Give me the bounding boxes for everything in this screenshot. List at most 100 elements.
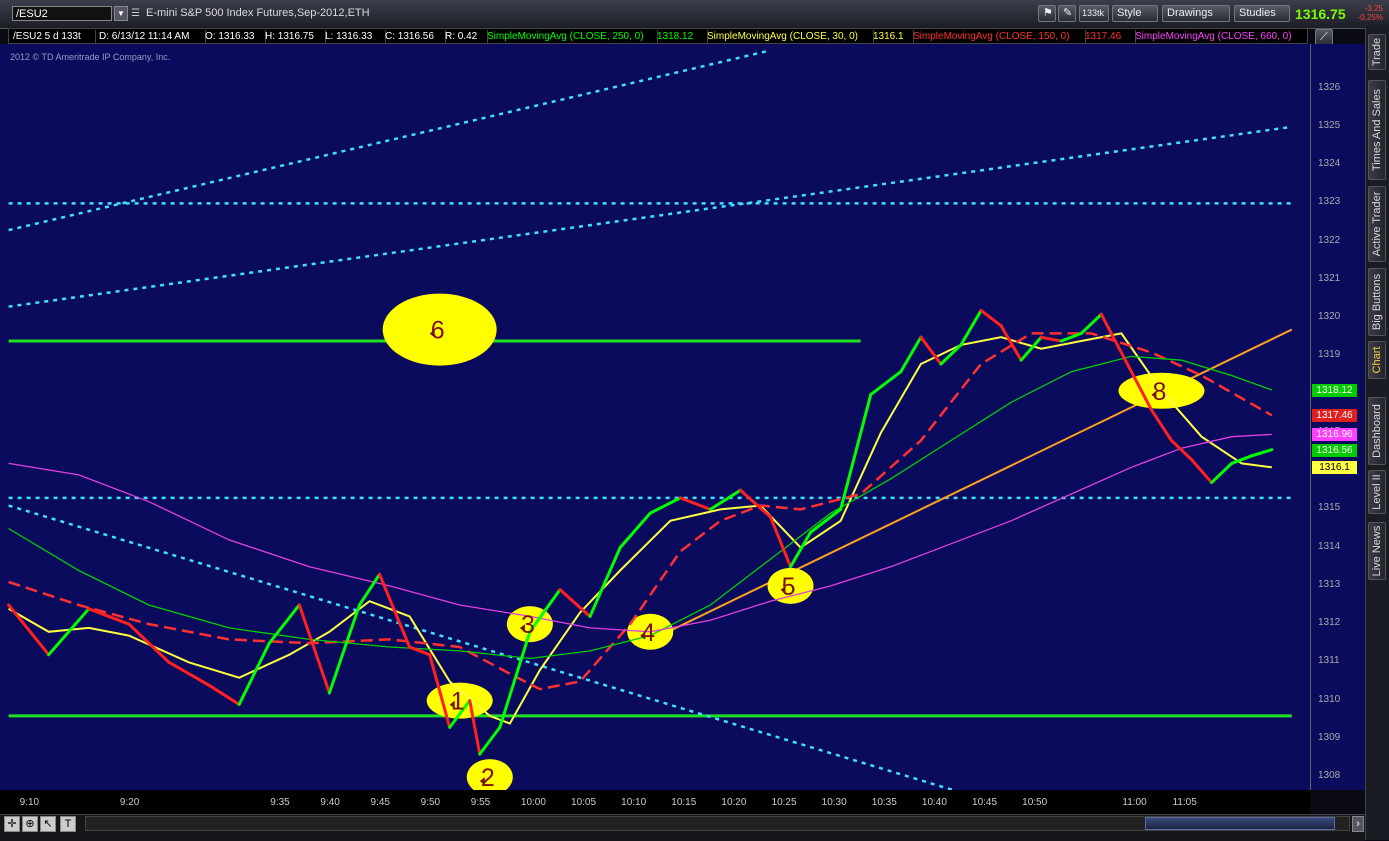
price-segment	[327, 603, 361, 695]
sidebar-tab-times-and-sales[interactable]: Times And Sales	[1368, 80, 1386, 180]
sidebar-tab-label: Level II	[1371, 474, 1383, 510]
x-tick-label: 9:10	[19, 797, 40, 808]
sidebar-tab-active-trader[interactable]: Active Trader	[1368, 186, 1386, 262]
price-segment	[588, 546, 622, 618]
price-segment	[558, 588, 592, 618]
price-segment	[207, 683, 241, 706]
price-segment	[1210, 461, 1234, 485]
symbol-input[interactable]: /ESU2	[12, 6, 112, 21]
y-tick-label: 1320	[1318, 311, 1341, 323]
sidebar-tab-live-news[interactable]: Live News	[1368, 522, 1386, 580]
study-label-sma660[interactable]: SimpleMovingAvg (CLOSE, 660, 0)	[1133, 30, 1309, 43]
sma-line-4[interactable]	[8, 433, 1272, 633]
x-tick-label: 9:20	[119, 797, 140, 808]
sidebar-tab-chart[interactable]: Chart	[1368, 341, 1386, 379]
x-tick-label: 9:45	[370, 797, 390, 808]
sma-line-1[interactable]	[8, 332, 1272, 725]
annotation-label-2: 2	[481, 764, 495, 790]
change-readout: -3.25 -0.25%	[1353, 4, 1383, 22]
sma-line-3[interactable]	[8, 355, 1273, 660]
y-tick-label: 1312	[1318, 617, 1341, 629]
range-readout: R: 0.42	[443, 30, 488, 43]
time-axis[interactable]	[0, 790, 1310, 814]
text-tool-icon[interactable]: T	[60, 816, 76, 832]
datetime-readout: D: 6/13/12 11:14 AM	[97, 30, 206, 43]
price-segment	[789, 530, 813, 569]
study-value-sma250: 1318.12	[655, 30, 708, 43]
price-segment	[899, 335, 923, 374]
link-icon[interactable]: ⚑	[1038, 5, 1056, 22]
sidebar-tab-dashboard[interactable]: Dashboard	[1368, 397, 1386, 465]
sidebar-tab-label: Active Trader	[1371, 191, 1383, 257]
annotation-label-1: 1	[451, 688, 465, 716]
x-tick-label: 10:30	[821, 797, 847, 808]
style-button[interactable]: Style	[1112, 5, 1158, 22]
y-tick-label: 1309	[1318, 731, 1341, 743]
price-segment	[127, 622, 171, 664]
scroll-right-icon[interactable]: ›	[1352, 816, 1364, 832]
aggregation-button[interactable]: 133tk	[1079, 5, 1109, 22]
x-tick-label: 9:40	[320, 797, 340, 808]
instrument-description: E-mini S&P 500 Index Futures,Sep-2012,ET…	[146, 7, 370, 19]
price-segment	[1149, 408, 1173, 442]
price-segment	[809, 507, 843, 534]
study-label-sma150[interactable]: SimpleMovingAvg (CLOSE, 150, 0)	[911, 30, 1086, 43]
sidebar-tab-trade[interactable]: Trade	[1368, 34, 1386, 70]
y-tick-label: 1311	[1318, 655, 1340, 667]
annotation-label-3: 3	[521, 611, 535, 639]
price-segment	[979, 308, 1003, 328]
sidebar-tab-big-buttons[interactable]: Big Buttons	[1368, 268, 1386, 336]
study-value-sma30: 1316.1	[871, 30, 914, 43]
annotation-label-8: 8	[1153, 378, 1167, 406]
study-value-sma150: 1317.46	[1083, 30, 1136, 43]
drawing-tool-icon[interactable]: ⟋	[1315, 29, 1333, 45]
price-segment	[939, 343, 963, 366]
y-tick-label: 1324	[1318, 158, 1341, 170]
x-tick-label: 10:40	[921, 797, 947, 808]
y-tick-label: 1308	[1318, 770, 1341, 782]
pointer-icon[interactable]: ↖	[40, 816, 56, 832]
studies-button[interactable]: Studies	[1234, 5, 1290, 22]
price-badge: 1316.56	[1312, 443, 1357, 457]
price-chart[interactable]: 1 2 3 4 5 6 8	[0, 44, 1310, 790]
price-segment	[738, 488, 772, 519]
x-tick-label: 11:00	[1122, 797, 1147, 808]
x-tick-label: 11:05	[1172, 797, 1197, 808]
price-badge: 1318.12	[1312, 384, 1357, 397]
reference-line-8[interactable]	[659, 328, 1293, 637]
price-segment	[1079, 312, 1103, 335]
net-change: -3.25	[1364, 4, 1383, 13]
drawings-button[interactable]: Drawings	[1162, 5, 1230, 22]
scrollbar-thumb[interactable]	[1145, 817, 1335, 830]
x-tick-label: 10:25	[771, 797, 797, 808]
price-segment	[648, 496, 682, 515]
price-segment	[1039, 335, 1063, 343]
crosshair-icon[interactable]: ✛	[4, 816, 20, 832]
price-segment	[478, 725, 502, 756]
sidebar-tab-label: Live News	[1371, 525, 1383, 577]
close-readout: C: 1316.56	[383, 30, 446, 43]
price-segment	[678, 496, 712, 511]
reference-line-6[interactable]	[8, 125, 1292, 308]
symbol-menu-icon[interactable]: ☰	[131, 6, 141, 21]
symbol-period[interactable]: /ESU2 5 d 133t	[11, 30, 96, 43]
x-tick-label: 10:45	[972, 797, 998, 808]
study-label-sma250[interactable]: SimpleMovingAvg (CLOSE, 250, 0)	[485, 30, 658, 43]
price-badge: 1316.96	[1312, 428, 1357, 442]
study-label-sma30[interactable]: SimpleMovingAvg (CLOSE, 30, 0)	[705, 30, 874, 43]
y-tick-label: 1323	[1318, 196, 1341, 208]
last-price: 1316.75	[1295, 6, 1346, 22]
y-tick-label: 1326	[1318, 81, 1341, 93]
sidebar-tab-level-ii[interactable]: Level II	[1368, 470, 1386, 514]
y-tick-label: 1325	[1318, 119, 1341, 131]
x-tick-label: 9:35	[270, 797, 290, 808]
price-segment	[378, 572, 412, 649]
x-tick-label: 10:35	[871, 797, 897, 808]
symbol-dropdown-button[interactable]: ▼	[114, 6, 128, 21]
wrench-icon[interactable]: ✎	[1058, 5, 1076, 22]
style-label: Style	[1117, 7, 1142, 19]
x-tick-label: 9:50	[420, 797, 441, 808]
chart-info-bar: /ESU2 5 d 133t D: 6/13/12 11:14 AM O: 13…	[8, 28, 1308, 44]
price-segment	[959, 308, 983, 347]
zoom-in-icon[interactable]: ⊕	[22, 816, 38, 832]
